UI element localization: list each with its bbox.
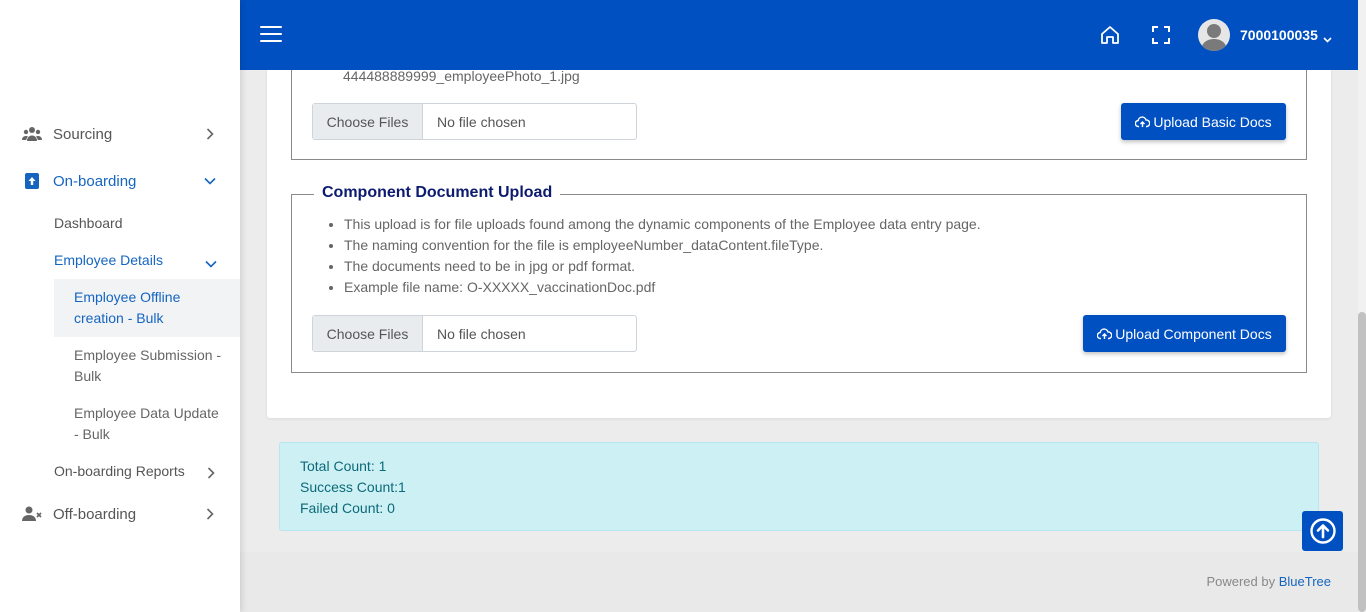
example-filename: 444488889999_employeePhoto_1.jpg bbox=[343, 68, 580, 84]
failed-count: Failed Count: 0 bbox=[300, 500, 395, 516]
list-item: The documents need to be in jpg or pdf f… bbox=[344, 256, 1284, 277]
sidebar-item-dashboard[interactable]: Dashboard bbox=[54, 215, 123, 231]
sidebar-item-sourcing[interactable]: Sourcing bbox=[0, 124, 240, 144]
arrow-up-circle-icon bbox=[1309, 518, 1336, 544]
fullscreen-icon[interactable] bbox=[1150, 24, 1172, 46]
sidebar-item-label: Off-boarding bbox=[53, 505, 137, 523]
top-header: 7000100035 bbox=[240, 0, 1358, 70]
sidebar-item-label: Employee Offline bbox=[74, 289, 181, 305]
list-item: This upload is for file uploads found am… bbox=[344, 214, 1284, 235]
sidebar-item-employee-details[interactable]: Employee Details bbox=[54, 252, 224, 268]
component-docs-instructions: This upload is for file uploads found am… bbox=[344, 214, 1284, 298]
avatar[interactable] bbox=[1198, 19, 1230, 51]
chevron-down-icon bbox=[203, 174, 217, 188]
powered-by-label: Powered by bbox=[1206, 574, 1276, 589]
scroll-to-top-button[interactable] bbox=[1302, 511, 1343, 551]
cloud-upload-icon bbox=[1135, 115, 1151, 127]
sidebar-item-label: Sourcing bbox=[53, 125, 113, 143]
sidebar-item-offboarding[interactable]: Off-boarding bbox=[0, 504, 240, 524]
chevron-right-icon bbox=[203, 507, 217, 521]
chevron-down-icon[interactable] bbox=[1323, 30, 1332, 46]
file-status-text: No file chosen bbox=[437, 113, 526, 130]
sidebar-item-label: Employee Data Update bbox=[74, 405, 219, 421]
sidebar-item-label: Bulk bbox=[74, 368, 102, 384]
users-icon bbox=[22, 124, 42, 144]
chevron-down-icon bbox=[205, 255, 217, 271]
list-item: The naming convention for the file is em… bbox=[344, 235, 1284, 256]
results-alert: Total Count: 1 Success Count:1 Failed Co… bbox=[279, 442, 1319, 531]
home-icon[interactable] bbox=[1099, 24, 1121, 46]
button-label: Upload Component Docs bbox=[1115, 325, 1272, 342]
upload-component-docs-button[interactable]: Upload Component Docs bbox=[1083, 315, 1286, 352]
sidebar-item-onboarding[interactable]: On-boarding bbox=[0, 171, 240, 191]
sidebar-item-offline-creation-bulk[interactable]: Employee Offline creation - Bulk bbox=[54, 279, 240, 337]
user-id-label[interactable]: 7000100035 bbox=[1240, 27, 1318, 43]
upload-file-icon bbox=[22, 171, 42, 191]
sidebar-item-label: Employee Submission - bbox=[74, 347, 222, 363]
sidebar-item-label: - Bulk bbox=[74, 426, 110, 442]
component-docs-legend: Component Document Upload bbox=[314, 184, 561, 202]
sidebar-item-label: On-boarding bbox=[53, 172, 137, 190]
chevron-right-icon bbox=[203, 127, 217, 141]
choose-files-button[interactable]: Choose Files bbox=[313, 104, 423, 139]
footer-text: Powered by BlueTree bbox=[1206, 574, 1331, 589]
total-count: Total Count: 1 bbox=[300, 458, 387, 474]
bluetree-link[interactable]: BlueTree bbox=[1279, 574, 1331, 589]
chevron-right-icon bbox=[207, 466, 215, 482]
hamburger-menu-icon[interactable] bbox=[260, 26, 282, 44]
sidebar-item-submission-bulk[interactable]: Employee Submission - Bulk bbox=[54, 345, 240, 387]
footer: Powered by BlueTree bbox=[240, 552, 1358, 612]
sidebar-item-label: On-boarding Reports bbox=[54, 463, 185, 479]
choose-files-button[interactable]: Choose Files bbox=[313, 316, 423, 351]
button-label: Upload Basic Docs bbox=[1153, 113, 1272, 130]
sidebar-item-label: Employee Details bbox=[54, 252, 163, 268]
success-count: Success Count:1 bbox=[300, 479, 406, 495]
basic-docs-file-input[interactable]: Choose Files No file chosen bbox=[312, 103, 637, 140]
sidebar-item-data-update-bulk[interactable]: Employee Data Update - Bulk bbox=[54, 403, 240, 445]
sidebar: Sourcing On-boarding Dashboard Employee … bbox=[0, 0, 240, 612]
sidebar-item-label: creation - Bulk bbox=[74, 310, 164, 326]
list-item: Example file name: O-XXXXX_vaccinationDo… bbox=[344, 277, 1284, 298]
cloud-upload-icon bbox=[1097, 327, 1113, 339]
component-docs-file-input[interactable]: Choose Files No file chosen bbox=[312, 315, 637, 352]
upload-basic-docs-button[interactable]: Upload Basic Docs bbox=[1121, 103, 1286, 140]
scrollbar-thumb[interactable] bbox=[1358, 312, 1366, 612]
file-status-text: No file chosen bbox=[437, 325, 526, 342]
sidebar-item-onboarding-reports[interactable]: On-boarding Reports bbox=[54, 463, 224, 479]
user-remove-icon bbox=[22, 504, 42, 524]
